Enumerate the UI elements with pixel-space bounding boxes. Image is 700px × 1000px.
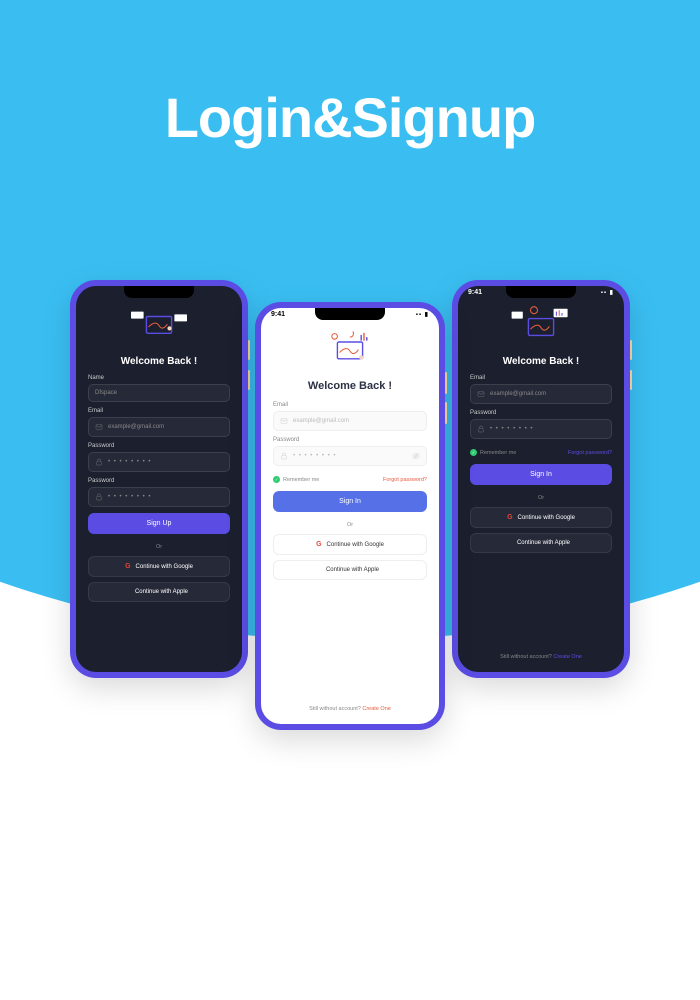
phone-signin-dark: 9:41 ▪▪ ▮ Welcome Back ! Email example@g… — [452, 280, 630, 678]
phone-signin-light: 9:41 ▪▪ ▮ Welcome Back ! Email example@g… — [255, 302, 445, 730]
mail-icon — [95, 423, 103, 431]
google-label: Continue with Google — [136, 564, 193, 570]
name-input[interactable]: Dfspace — [88, 384, 230, 402]
remember-label: Remember me — [480, 450, 516, 456]
google-icon: G — [316, 541, 321, 548]
lock-icon — [95, 493, 103, 501]
side-button — [630, 370, 632, 390]
create-account-row: Still without account? Create One — [273, 706, 427, 716]
apple-button[interactable]: Continue with Apple — [470, 533, 612, 553]
password-input[interactable]: • • • • • • • • — [88, 452, 230, 472]
password-label: Password — [273, 437, 427, 443]
email-input[interactable]: example@gmail.com — [273, 411, 427, 431]
forgot-password-link[interactable]: Forgot password? — [383, 477, 427, 483]
signup-button[interactable]: Sign Up — [88, 513, 230, 534]
email-label: Email — [88, 408, 230, 414]
lock-icon — [477, 425, 485, 433]
email-input[interactable]: example@gmail.com — [88, 417, 230, 437]
email-label: Email — [273, 402, 427, 408]
notch — [315, 308, 385, 320]
input-placeholder: example@gmail.com — [490, 391, 546, 397]
google-button[interactable]: G Continue with Google — [273, 534, 427, 555]
email-input[interactable]: example@gmail.com — [470, 384, 612, 404]
notch — [506, 286, 576, 298]
status-icons: ▪▪ ▮ — [601, 289, 614, 296]
illustration — [88, 304, 230, 350]
welcome-heading: Welcome Back ! — [470, 356, 612, 367]
google-icon: G — [507, 514, 512, 521]
side-button — [445, 372, 447, 394]
mail-icon — [477, 390, 485, 398]
footer-text: Still without account? — [309, 706, 361, 712]
google-icon: G — [125, 563, 130, 570]
illustration — [470, 304, 612, 350]
create-one-link[interactable]: Create One — [553, 654, 581, 660]
check-icon: ✓ — [273, 476, 280, 483]
notch — [124, 286, 194, 298]
signin-button[interactable]: Sign In — [470, 464, 612, 485]
welcome-heading: Welcome Back ! — [273, 380, 427, 392]
google-label: Continue with Google — [518, 515, 575, 521]
password-label: Password — [470, 410, 612, 416]
status-time: 9:41 — [271, 311, 285, 318]
input-placeholder: example@gmail.com — [293, 418, 349, 424]
create-one-link[interactable]: Create One — [362, 706, 390, 712]
apple-button[interactable]: Continue with Apple — [273, 560, 427, 580]
or-divider: Or — [273, 522, 427, 528]
password-confirm-label: Password — [88, 478, 230, 484]
google-button[interactable]: G Continue with Google — [88, 556, 230, 577]
side-button — [248, 370, 250, 390]
apple-label: Continue with Apple — [326, 567, 379, 573]
side-button — [630, 340, 632, 360]
side-button — [445, 402, 447, 424]
remember-me-toggle[interactable]: ✓ Remember me — [470, 449, 516, 456]
illustration — [273, 326, 427, 372]
google-label: Continue with Google — [327, 542, 384, 548]
phone-signup-dark: Welcome Back ! Name Dfspace Email exampl… — [70, 280, 248, 678]
page-title: Login&Signup — [165, 85, 536, 150]
forgot-password-link[interactable]: Forgot password? — [568, 450, 612, 456]
input-value: • • • • • • • • — [293, 453, 336, 459]
password-confirm-input[interactable]: • • • • • • • • — [88, 487, 230, 507]
password-input[interactable]: • • • • • • • • — [273, 446, 427, 466]
name-label: Name — [88, 375, 230, 381]
remember-label: Remember me — [283, 477, 319, 483]
lock-icon — [95, 458, 103, 466]
input-value: • • • • • • • • — [108, 494, 151, 500]
side-button — [248, 340, 250, 360]
email-label: Email — [470, 375, 612, 381]
lock-icon — [280, 452, 288, 460]
input-value: • • • • • • • • — [108, 459, 151, 465]
status-time: 9:41 — [468, 289, 482, 296]
input-value: • • • • • • • • — [490, 426, 533, 432]
apple-button[interactable]: Continue with Apple — [88, 582, 230, 602]
apple-label: Continue with Apple — [135, 589, 188, 595]
status-icons: ▪▪ ▮ — [416, 311, 429, 318]
or-divider: Or — [88, 544, 230, 550]
footer-text: Still without account? — [500, 654, 552, 660]
remember-me-toggle[interactable]: ✓ Remember me — [273, 476, 319, 483]
input-placeholder: example@gmail.com — [108, 424, 164, 430]
google-button[interactable]: G Continue with Google — [470, 507, 612, 528]
eye-off-icon[interactable] — [412, 452, 420, 460]
password-input[interactable]: • • • • • • • • — [470, 419, 612, 439]
mail-icon — [280, 417, 288, 425]
welcome-heading: Welcome Back ! — [88, 356, 230, 367]
signin-button[interactable]: Sign In — [273, 491, 427, 512]
check-icon: ✓ — [470, 449, 477, 456]
password-label: Password — [88, 443, 230, 449]
input-value: Dfspace — [95, 390, 117, 396]
apple-label: Continue with Apple — [517, 540, 570, 546]
create-account-row: Still without account? Create One — [470, 654, 612, 664]
or-divider: Or — [470, 495, 612, 501]
